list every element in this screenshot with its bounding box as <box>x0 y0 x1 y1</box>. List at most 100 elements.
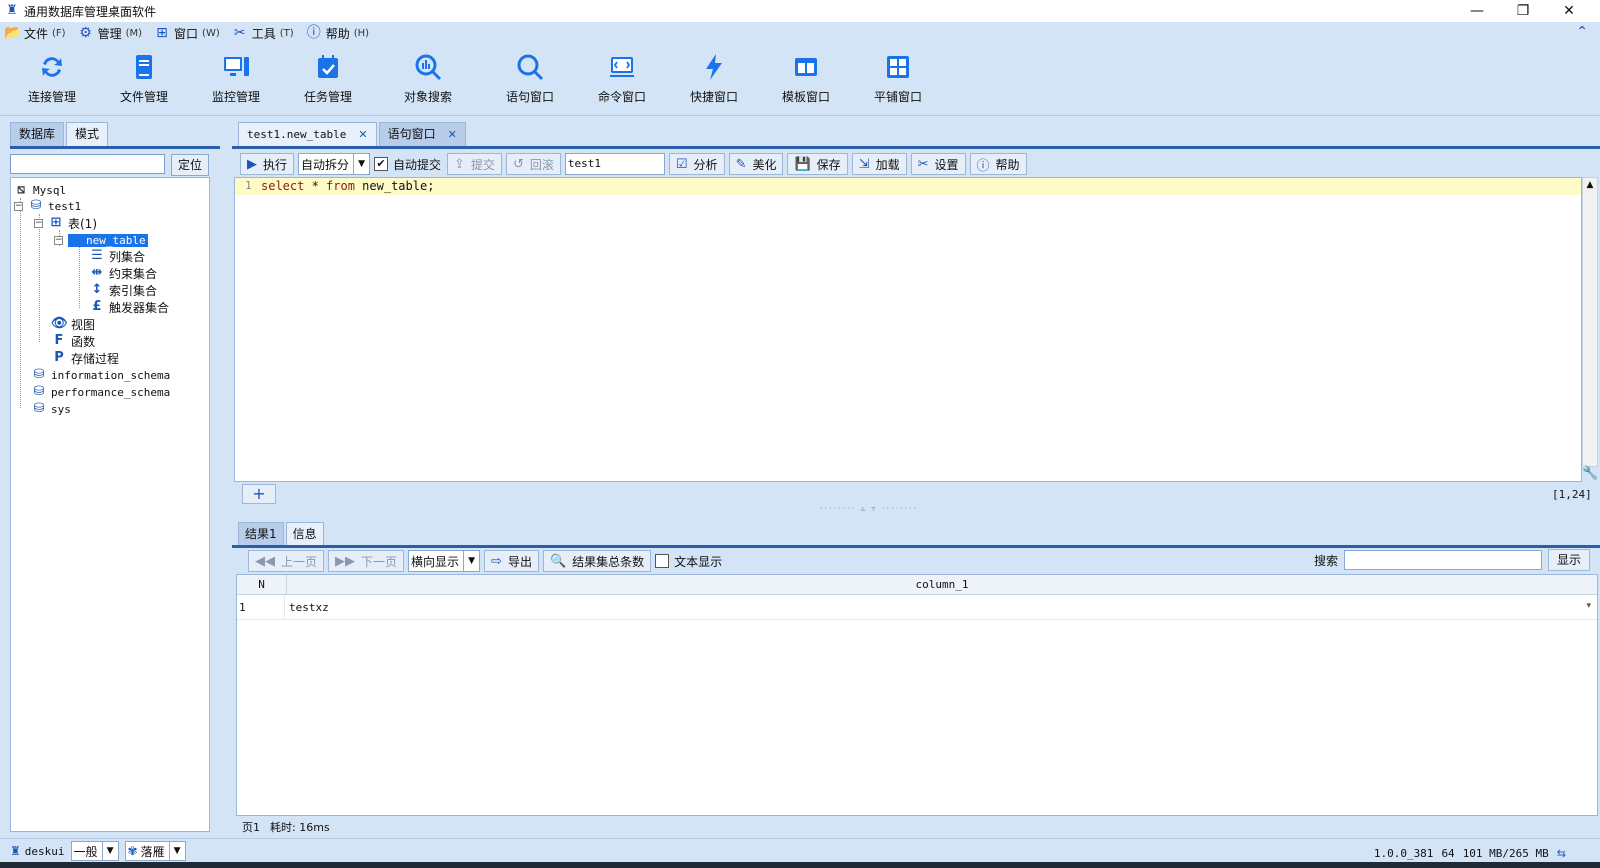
tree-item-views[interactable]: 👁 视图 <box>51 316 95 332</box>
schema-input[interactable]: test1 <box>564 153 665 175</box>
orientation-select[interactable]: 横向显示 ▼ <box>408 550 481 572</box>
tools-icon: ✂ <box>917 156 929 172</box>
collapse-icon[interactable]: − <box>34 218 43 228</box>
sync-icon[interactable]: ⇆ <box>1557 847 1566 860</box>
beautify-button[interactable]: ✎ 美化 <box>728 153 784 175</box>
list-icon: ☰ <box>91 248 103 263</box>
next-page-button[interactable]: ▶▶ 下一页 <box>328 550 405 572</box>
command-window-button[interactable]: 命令窗口 <box>582 52 662 108</box>
wrench-icon[interactable]: 🔧 <box>1582 466 1598 482</box>
chevron-down-icon[interactable]: ▾ <box>1586 601 1591 611</box>
minimize-button[interactable]: — <box>1454 0 1500 22</box>
cursor-position: [1,24] <box>1552 488 1592 501</box>
database-icon: ⛁ <box>33 401 45 416</box>
close-icon[interactable]: ✕ <box>358 123 367 146</box>
tile-window-button[interactable]: 平铺窗口 <box>858 52 938 108</box>
result-search-input[interactable] <box>1344 550 1543 570</box>
terminal-icon <box>610 57 634 77</box>
tree-search-input[interactable] <box>10 154 165 174</box>
close-icon[interactable]: ✕ <box>448 123 457 146</box>
menu-help[interactable]: ⓘ 帮助 (H) <box>306 25 369 42</box>
menu-bar: 📂 文件 (F) ⚙ 管理 (M) ⊞ 窗口 (W) ✂ 工具 (T) ⓘ 帮助 (H) <box>0 22 1600 44</box>
tree-item-columns[interactable]: ☰ 列集合 <box>89 248 145 264</box>
text-display-checkbox[interactable]: 文本显示 <box>655 550 722 572</box>
collapse-icon[interactable]: − <box>54 235 63 245</box>
table-cell[interactable]: testxz <box>289 595 329 620</box>
locate-button[interactable]: 定位 <box>171 154 209 176</box>
settings-button[interactable]: ✂ 设置 <box>910 153 966 175</box>
split-mode-select[interactable]: 自动拆分 ▼ <box>298 153 371 175</box>
page-label: 页1 <box>242 821 260 834</box>
tree-item-procedures[interactable]: P 存储过程 <box>51 350 119 366</box>
monitor-manage-button[interactable]: 监控管理 <box>196 52 276 108</box>
tab-info[interactable]: 信息 <box>285 522 324 546</box>
close-button[interactable]: ✕ <box>1546 0 1592 22</box>
tab-result-1[interactable]: 结果1 <box>238 522 284 546</box>
theme-select[interactable]: ✾ 落雁 ▼ <box>124 841 186 861</box>
total-count-button[interactable]: 🔍 结果集总条数 <box>542 550 652 572</box>
load-button[interactable]: ⇲ 加载 <box>851 153 907 175</box>
add-result-button[interactable]: + <box>242 484 276 504</box>
tree-item-constraints[interactable]: ⇹ 约束集合 <box>89 265 157 281</box>
tab-table-editor[interactable]: test1.new_table ✕ <box>238 122 377 146</box>
task-manage-button[interactable]: 任务管理 <box>288 52 368 108</box>
column-header-n[interactable]: N <box>237 575 287 595</box>
undo-icon: ↺ <box>512 156 524 172</box>
quick-window-button[interactable]: 快捷窗口 <box>674 52 754 108</box>
execute-button[interactable]: ▶ 执行 <box>240 153 295 175</box>
template-window-button[interactable]: 模板窗口 <box>766 52 846 108</box>
collapse-icon[interactable]: − <box>14 201 23 211</box>
forward-icon: ▶▶ <box>335 553 356 569</box>
save-button[interactable]: 💾 保存 <box>787 153 848 175</box>
auto-commit-checkbox[interactable]: ✔ 自动提交 <box>374 153 441 175</box>
tab-statement-window[interactable]: 语句窗口 ✕ <box>378 122 466 146</box>
column-header-column-1[interactable]: column_1 <box>287 575 1597 595</box>
menu-file[interactable]: 📂 文件 (F) <box>4 25 66 42</box>
scroll-up-icon[interactable]: ▲ <box>1583 178 1597 192</box>
statement-window-button[interactable]: 语句窗口 <box>490 52 570 108</box>
tree-item-indexes[interactable]: ↕ 索引集合 <box>89 282 157 298</box>
restore-button[interactable]: ❐ <box>1500 0 1546 22</box>
tree-item-test1[interactable]: − ⛁ test1 <box>14 198 81 214</box>
file-icon <box>136 55 152 79</box>
folder-icon: 📂 <box>4 25 22 41</box>
menu-manage[interactable]: ⚙ 管理 (M) <box>78 25 142 42</box>
tree-item-tables[interactable]: − ⊞ 表(1) <box>34 215 97 231</box>
user-icon: ♜ <box>10 844 21 858</box>
connection-manage-button[interactable]: 连接管理 <box>12 52 92 108</box>
code-segment: * <box>304 179 327 193</box>
database-icon: ⛁ <box>30 198 42 213</box>
sql-editor[interactable]: 1 select * from new_table; <box>234 177 1582 482</box>
tree-item-triggers[interactable]: £ 触发器集合 <box>89 299 169 315</box>
menu-window[interactable]: ⊞ 窗口 (W) <box>154 25 220 42</box>
tab-schema[interactable]: 模式 <box>66 122 109 146</box>
commit-button[interactable]: ⇪ 提交 <box>447 153 502 175</box>
export-button[interactable]: ⇨ 导出 <box>484 550 539 572</box>
show-button[interactable]: 显示 <box>1548 549 1591 571</box>
code-line[interactable]: 1 select * from new_table; <box>235 178 1581 195</box>
tree-item-sys[interactable]: ⛁ sys <box>31 401 71 417</box>
collapse-ribbon-icon[interactable]: ⌃ <box>1576 24 1588 40</box>
tree-item-mysql[interactable]: ⧅ Mysql <box>13 182 66 198</box>
calendar-icon <box>318 55 338 78</box>
help-button[interactable]: ⓘ 帮助 <box>969 153 1027 175</box>
tree-item-performance-schema[interactable]: ⛁ performance_schema <box>31 384 171 400</box>
tab-database[interactable]: 数据库 <box>10 122 65 146</box>
tree-item-functions[interactable]: F 函数 <box>51 333 95 349</box>
menu-tools[interactable]: ✂ 工具 (T) <box>232 25 294 42</box>
editor-scrollbar[interactable]: ▲ <box>1582 177 1598 467</box>
save-icon: 💾 <box>794 156 811 172</box>
analyze-button[interactable]: ☑ 分析 <box>668 153 725 175</box>
prev-page-button[interactable]: ◀◀ 上一页 <box>248 550 325 572</box>
table-row[interactable]: 1 testxz ▾ <box>237 595 1597 620</box>
database-icon: ⛁ <box>33 384 45 399</box>
database-tree: ⧅ Mysql − ⛁ test1 − ⊞ 表(1) − new_table ☰… <box>10 177 210 832</box>
splitter-handle[interactable]: ········ ▵ ▿ ········ <box>820 504 918 513</box>
file-manage-button[interactable]: 文件管理 <box>104 52 184 108</box>
rollback-button[interactable]: ↺ 回滚 <box>505 153 561 175</box>
object-search-button[interactable]: 对象搜索 <box>388 52 468 108</box>
tree-item-information-schema[interactable]: ⛁ information_schema <box>31 367 171 383</box>
mode-select[interactable]: 一般 ▼ <box>70 841 119 861</box>
procedure-icon: P <box>54 350 64 365</box>
tree-item-new-table[interactable]: − new_table <box>54 232 148 248</box>
